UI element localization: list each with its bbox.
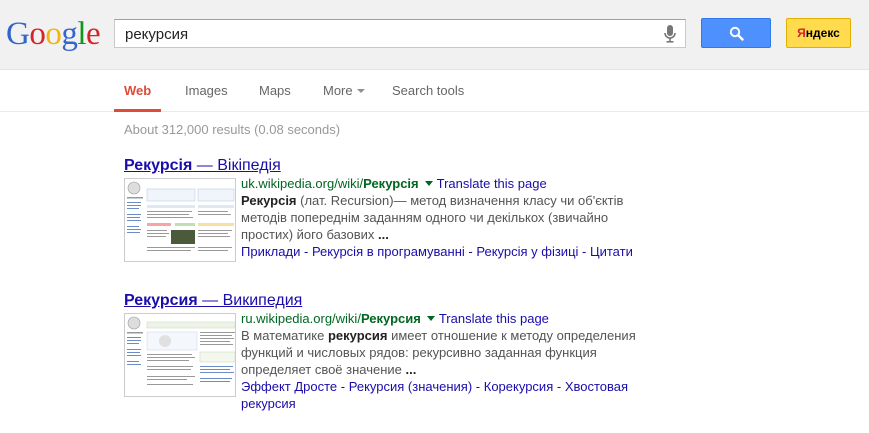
result-sitelinks: Эффект Дросте - Рекурсия (значения) - Ко… bbox=[241, 378, 641, 412]
snippet-ellipsis: ... bbox=[378, 227, 389, 242]
sitelink-separator: - bbox=[582, 244, 587, 259]
chevron-down-icon[interactable] bbox=[426, 316, 435, 321]
yandex-label-first-letter: Я bbox=[797, 26, 806, 40]
sitelink[interactable]: Корекурсия bbox=[484, 379, 553, 394]
result-title-rest: — Вікіпедія bbox=[192, 157, 281, 174]
header-bar: Google Яндекс bbox=[0, 0, 869, 70]
yandex-button[interactable]: Яндекс bbox=[786, 18, 851, 48]
search-input[interactable] bbox=[125, 25, 645, 43]
sitelink-separator: - bbox=[340, 379, 346, 394]
tab-search-tools[interactable]: Search tools bbox=[392, 71, 464, 112]
result-url-line: uk.wikipedia.org/wiki/Рекурсія Translate … bbox=[241, 175, 641, 192]
result-url: ru.wikipedia.org/wiki/Рекурсия bbox=[241, 311, 421, 326]
search-button[interactable] bbox=[701, 18, 771, 48]
yandex-label-rest: ндекс bbox=[805, 26, 840, 40]
result-body: uk.wikipedia.org/wiki/Рекурсія Translate … bbox=[241, 175, 641, 260]
result-url-bold: Рекурсія bbox=[363, 176, 419, 191]
snippet-pre: В математике bbox=[241, 328, 328, 343]
result-title-link[interactable]: Рекурсия — Википедия bbox=[124, 291, 644, 310]
chevron-down-icon[interactable] bbox=[424, 181, 433, 186]
tab-images[interactable]: Images bbox=[185, 71, 228, 112]
sitelink-separator: - bbox=[556, 379, 562, 394]
sitelink-separator: - bbox=[468, 244, 473, 259]
sitelink-separator: - bbox=[475, 379, 481, 394]
result-thumbnail[interactable] bbox=[124, 178, 236, 262]
result-stats: About 312,000 results (0.08 seconds) bbox=[124, 122, 341, 137]
tab-more[interactable]: More bbox=[323, 71, 365, 112]
sitelink[interactable]: Эффект Дросте bbox=[241, 379, 337, 394]
result-title-rest: — Википедия bbox=[197, 292, 303, 309]
sitelink[interactable]: Рекурсія у фізиці bbox=[476, 244, 578, 259]
chevron-down-icon bbox=[356, 89, 365, 93]
sitelink[interactable]: Цитати bbox=[590, 244, 633, 259]
result-body: ru.wikipedia.org/wiki/Рекурсия Translate … bbox=[241, 310, 641, 412]
tab-web[interactable]: Web bbox=[114, 71, 162, 112]
snippet-bold: рекурсия bbox=[327, 328, 388, 343]
search-nav: Web Images Maps More Search tools bbox=[0, 71, 869, 112]
result-url-bold: Рекурсия bbox=[360, 311, 421, 326]
wikipedia-page-thumbnail-image bbox=[125, 314, 235, 396]
google-logo[interactable]: Google bbox=[6, 14, 101, 54]
sitelink-separator: - bbox=[303, 244, 309, 259]
microphone-icon[interactable] bbox=[663, 24, 677, 44]
result-thumbnail[interactable] bbox=[124, 313, 236, 397]
sitelink[interactable]: Рекурсія в програмуванні bbox=[312, 244, 465, 259]
result-title-bold: Рекурсія bbox=[124, 157, 193, 174]
tab-maps[interactable]: Maps bbox=[259, 71, 291, 112]
result-title-link[interactable]: Рекурсія — Вікіпедія bbox=[124, 156, 644, 175]
result-url-base: ru.wikipedia.org/wiki/ bbox=[241, 311, 361, 326]
translate-link[interactable]: Translate this page bbox=[437, 176, 547, 191]
wikipedia-page-thumbnail-image bbox=[125, 179, 235, 261]
result-url-base: uk.wikipedia.org/wiki/ bbox=[241, 176, 364, 191]
search-box[interactable] bbox=[114, 19, 686, 48]
search-result: Рекурсия — Википедия ru.wikipedia.org/wi… bbox=[124, 291, 644, 411]
result-url-line: ru.wikipedia.org/wiki/Рекурсия Translate … bbox=[241, 310, 641, 327]
snippet-ellipsis: ... bbox=[405, 362, 417, 377]
sitelink[interactable]: Рекурсия (значения) bbox=[349, 379, 472, 394]
snippet-bold: Рекурсія bbox=[241, 193, 297, 208]
search-result: Рекурсія — Вікіпедія uk.wikipedia.org/wi… bbox=[124, 156, 644, 262]
translate-link[interactable]: Translate this page bbox=[439, 311, 549, 326]
tab-more-label: More bbox=[323, 83, 353, 98]
sitelink[interactable]: Приклади bbox=[241, 244, 300, 259]
result-url: uk.wikipedia.org/wiki/Рекурсія bbox=[241, 176, 419, 191]
snippet-rest: (лат. Recursion)— метод визначення класу… bbox=[241, 193, 624, 242]
result-sitelinks: Приклади - Рекурсія в програмуванні - Ре… bbox=[241, 243, 641, 260]
result-snippet: В математике рекурсия имеет отношение к … bbox=[241, 327, 641, 378]
result-title-bold: Рекурсия bbox=[124, 292, 198, 309]
result-snippet: Рекурсія (лат. Recursion)— метод визначе… bbox=[241, 192, 641, 243]
magnifier-icon bbox=[729, 26, 744, 41]
